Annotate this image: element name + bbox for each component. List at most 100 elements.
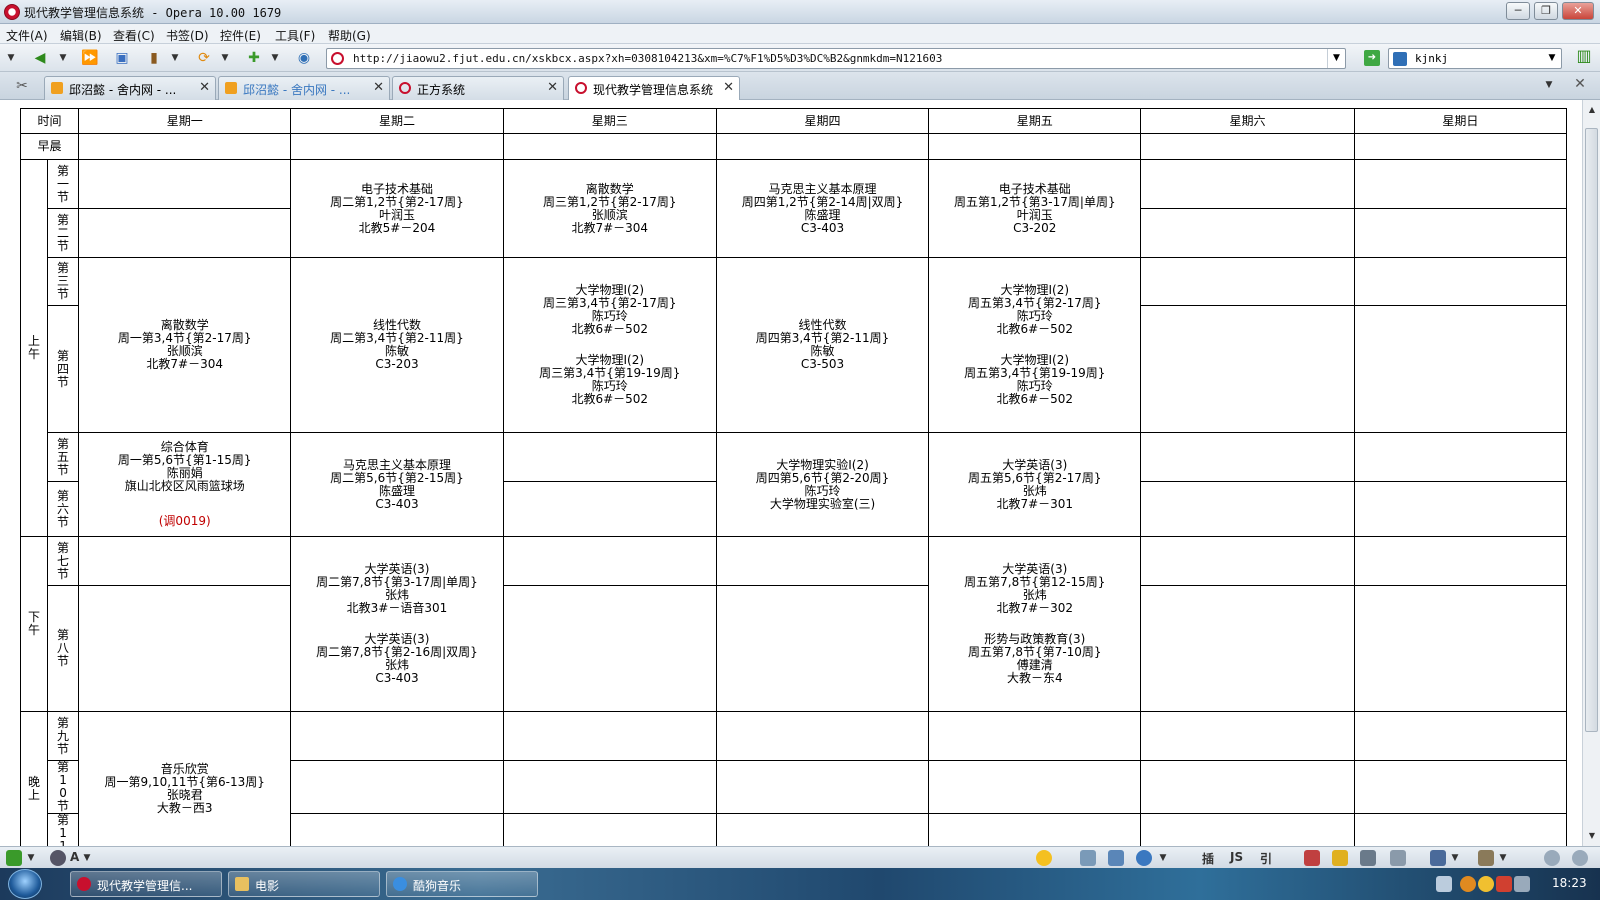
tab-close-icon[interactable]: ✕ [373, 80, 384, 95]
course-tue-12[interactable]: 电子技术基础 周二第1,2节{第2-17周} 叶润玉 北教5#－204 [290, 159, 504, 258]
menu-help[interactable]: 帮助(G) [328, 27, 371, 44]
view-menu-icon[interactable]: ▼ [1498, 850, 1508, 866]
course-fri-78[interactable]: 大学英语(3) 周五第7,8节{第12-15周} 张炜 北教7#－302 形势与政策教… [928, 536, 1142, 712]
tab-list-icon[interactable]: ▼ [1544, 77, 1554, 93]
back-history-icon[interactable]: ▼ [58, 50, 68, 66]
menu-view[interactable]: 查看(C) [113, 27, 155, 44]
view-icon[interactable] [1478, 850, 1494, 866]
smiley-icon[interactable] [1036, 850, 1052, 866]
bookmark-menu-icon[interactable]: ▼ [170, 50, 180, 66]
menu-file[interactable]: 文件(A) [6, 27, 48, 44]
keyboard-icon[interactable] [1436, 876, 1452, 892]
user-icon[interactable] [1360, 850, 1376, 866]
search-engine-icon[interactable] [1393, 52, 1407, 66]
sync-icon[interactable] [1136, 850, 1152, 866]
quote-label[interactable]: 引 [1260, 850, 1272, 867]
page-info-menu-icon[interactable]: ▼ [1450, 850, 1460, 866]
ime-menu-icon[interactable]: ▼ [82, 850, 92, 866]
page-info-icon[interactable] [1430, 850, 1446, 866]
panel-icon[interactable] [6, 850, 22, 866]
course-mon-56[interactable]: 综合体育 周一第5,6节{第1-15周} 陈丽娟 旗山北校区风雨篮球场 (调0019) [78, 432, 292, 537]
tray-app-icon[interactable] [1460, 876, 1476, 892]
scroll-up-icon[interactable]: ▲ [1586, 104, 1598, 116]
close-window-button[interactable]: ✕ [1562, 2, 1594, 20]
reload-menu-icon[interactable]: ▼ [220, 50, 230, 66]
trash-icon[interactable]: ▥ [1574, 46, 1594, 66]
address-bar[interactable]: http://jiaowu2.fjut.edu.cn/xskbcx.aspx?x… [326, 48, 1346, 69]
tab-2[interactable]: 邱沼懿 - 舍内网 - ... ✕ [218, 76, 390, 100]
address-url[interactable]: http://jiaowu2.fjut.edu.cn/xskbcx.aspx?x… [353, 52, 942, 65]
minimize-button[interactable]: ─ [1506, 2, 1530, 20]
course-tue-78[interactable]: 大学英语(3) 周二第7,8节{第3-17周|单周} 张炜 北教3#－语音301 大学… [290, 536, 504, 712]
warning-icon[interactable] [1496, 876, 1512, 892]
ime-label[interactable]: A [70, 850, 79, 864]
menu-widgets[interactable]: 控件(E) [220, 27, 261, 44]
notes-icon[interactable] [1080, 850, 1096, 866]
menu-tools[interactable]: 工具(F) [275, 27, 315, 44]
sync-menu-icon[interactable]: ▼ [1158, 850, 1168, 866]
reload-icon[interactable]: ⟳ [194, 48, 214, 68]
task-opera[interactable]: 现代教学管理信... [70, 871, 222, 897]
task-folder[interactable]: 电影 [228, 871, 380, 897]
schedule-table: 时间 星期一 星期二 星期三 星期四 星期五 星期六 星期日 早晨 上午 第一节… [19, 108, 1568, 846]
tab-close-icon[interactable]: ✕ [547, 80, 558, 95]
search-query[interactable]: kjnkj [1415, 52, 1448, 65]
home-globe-icon[interactable]: ◉ [294, 48, 314, 68]
course-wed-34[interactable]: 大学物理I(2) 周三第3,4节{第2-17周} 陈巧玲 北教6#－502 大学物理I… [502, 257, 717, 433]
maximize-button[interactable]: ❐ [1534, 2, 1558, 20]
search-box[interactable]: kjnkj ▼ [1388, 48, 1562, 69]
ime-icon[interactable] [50, 850, 66, 866]
task-music[interactable]: 酷狗音乐 [386, 871, 538, 897]
fast-forward-icon[interactable]: ⏩ [80, 48, 100, 68]
course-wed-12[interactable]: 离散数学 周三第1,2节{第2-17周} 张顺滨 北教7#－304 [502, 159, 717, 258]
course-tue-34[interactable]: 线性代数 周二第3,4节{第2-11周} 陈敏 C3-203 [290, 257, 504, 433]
menu-bookmarks[interactable]: 书签(D) [166, 27, 209, 44]
empty-cell [502, 481, 717, 537]
course-fri-34[interactable]: 大学物理I(2) 周五第3,4节{第2-17周} 陈巧玲 北教6#－502 大学物理I… [928, 257, 1142, 433]
scroll-thumb[interactable] [1585, 128, 1598, 732]
volume-icon[interactable] [1514, 876, 1530, 892]
qq-icon[interactable] [1478, 876, 1494, 892]
course-thu-12[interactable]: 马克思主义基本原理 周四第1,2节{第2-14周|双周} 陈盛理 C3-403 [715, 159, 930, 258]
add-widget-icon[interactable]: ✚ [244, 48, 264, 68]
empty-cell [1140, 432, 1355, 482]
tab-3[interactable]: 正方系统 ✕ [392, 76, 564, 100]
save-icon[interactable]: ▣ [112, 48, 132, 68]
start-button[interactable] [8, 869, 42, 899]
panel-toggle-icon[interactable]: ▼ [6, 50, 16, 66]
go-button[interactable]: ➜ [1364, 50, 1380, 66]
bookmark-icon[interactable]: ▮ [144, 48, 164, 68]
course-thu-34[interactable]: 线性代数 周四第3,4节{第2-11周} 陈敏 C3-503 [715, 257, 930, 433]
cache-icon[interactable] [1332, 850, 1348, 866]
course-thu-56[interactable]: 大学物理实验I(2) 周四第5,6节{第2-20周} 陈巧玲 大学物理实验室(三) [715, 432, 930, 537]
zoom-icon[interactable] [1544, 850, 1560, 866]
panel-menu-icon[interactable]: ▼ [26, 850, 36, 866]
tab-1[interactable]: 邱沼懿 - 舍内网 - ... ✕ [44, 76, 216, 100]
close-tab-icon[interactable]: ✕ [1570, 74, 1590, 94]
empty-cell [1140, 481, 1355, 537]
course-mon-34[interactable]: 离散数学 周一第3,4节{第2-17周} 张顺滨 北教7#－304 [78, 257, 292, 433]
scroll-down-icon[interactable]: ▼ [1586, 830, 1598, 842]
zoom-in-icon[interactable] [1572, 850, 1588, 866]
insert-label[interactable]: 插 [1202, 850, 1214, 867]
tab-close-icon[interactable]: ✕ [199, 80, 210, 95]
header-saturday: 星期六 [1140, 108, 1355, 134]
course-fri-56[interactable]: 大学英语(3) 周五第5,6节{第2-17周} 张炜 北教7#－301 [928, 432, 1142, 537]
course-fri-12[interactable]: 电子技术基础 周五第1,2节{第3-17周|单周} 叶润玉 C3-202 [928, 159, 1142, 258]
tools-wrench-icon[interactable]: ✂ [12, 76, 32, 96]
course-tue-56[interactable]: 马克思主义基本原理 周二第5,6节{第2-15周} 陈盛理 C3-403 [290, 432, 504, 537]
block-icon[interactable] [1304, 850, 1320, 866]
print-icon[interactable] [1390, 850, 1406, 866]
vertical-scrollbar[interactable]: ▲ ▼ [1582, 100, 1600, 846]
menu-edit[interactable]: 编辑(B) [60, 27, 102, 44]
tab-close-icon[interactable]: ✕ [723, 80, 734, 95]
course-mon-911[interactable]: 音乐欣赏 周一第9,10,11节{第6-13周} 张晓君 大教－西3 [78, 711, 292, 846]
empty-cell [715, 813, 930, 846]
back-icon[interactable]: ◀ [30, 48, 50, 68]
tab-4-active[interactable]: 现代教学管理信息系统 ✕ [568, 76, 740, 101]
address-dropdown-icon[interactable]: ▼ [1327, 49, 1345, 68]
transfer-icon[interactable] [1108, 850, 1124, 866]
js-label[interactable]: JS [1230, 850, 1243, 864]
search-dropdown-icon[interactable]: ▼ [1543, 49, 1561, 68]
widget-menu-icon[interactable]: ▼ [270, 50, 280, 66]
